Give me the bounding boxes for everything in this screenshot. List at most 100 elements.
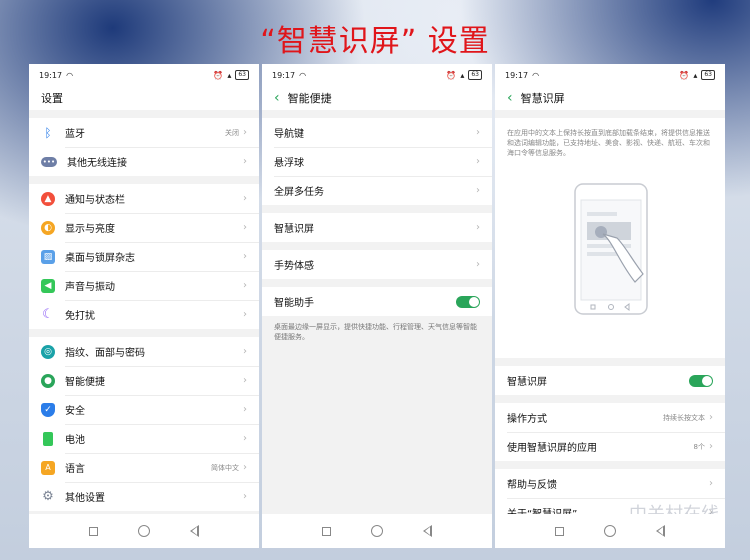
settings-item-display[interactable]: ◐ 显示与亮度 › bbox=[29, 213, 259, 242]
option-operation-mode[interactable]: 操作方式 持续长按文本 › bbox=[495, 403, 725, 432]
chevron-right-icon: › bbox=[243, 491, 247, 502]
chevron-right-icon: › bbox=[243, 156, 247, 167]
sun-icon: ◐ bbox=[41, 220, 55, 235]
android-nav-bar bbox=[29, 514, 259, 548]
recognition-settings-group: 操作方式 持续长按文本 › 使用智慧识屏的应用 8个 › bbox=[495, 403, 725, 461]
signal-icon: ▴ bbox=[227, 70, 232, 80]
chevron-right-icon: › bbox=[709, 412, 713, 423]
signal-icon: ▴ bbox=[460, 70, 465, 80]
phone-screen-settings: 19:17 ◠ ⏰ ▴ 63 设置 ᛒ 蓝牙 关闭 › ••• 其他无线连接 › ▲ … bbox=[29, 64, 259, 548]
option-smart-recognition: 智慧识屏 bbox=[495, 366, 725, 395]
option-help-feedback[interactable]: 帮助与反馈 › bbox=[495, 469, 725, 498]
assistant-toggle[interactable] bbox=[456, 295, 480, 308]
phone-screen-smart-convenience: 19:17 ◠ ⏰ ▴ 63 ‹ 智能便捷 导航键 › 悬浮球 › 全屏多任务 › 智慧识屏… bbox=[262, 64, 492, 548]
settings-item-label: 其他设置 bbox=[65, 493, 105, 504]
chevron-right-icon: › bbox=[243, 127, 247, 138]
settings-item-label: 语言 bbox=[65, 464, 85, 475]
feature-intro-panel: 在应用中的文本上保持长按直到底部加载条结束，将提供信息推送和选词编辑功能，已支持… bbox=[495, 118, 725, 358]
battery-icon bbox=[43, 431, 53, 446]
chevron-right-icon: › bbox=[243, 433, 247, 444]
settings-item-label: 蓝牙 bbox=[65, 129, 85, 140]
recents-button[interactable] bbox=[555, 526, 564, 536]
language-icon: A bbox=[41, 460, 55, 475]
home-button[interactable] bbox=[138, 525, 150, 537]
settings-item-bluetooth[interactable]: ᛒ 蓝牙 关闭 › bbox=[29, 118, 259, 147]
chevron-right-icon: › bbox=[476, 127, 480, 138]
option-apps-using-recognition[interactable]: 使用智慧识屏的应用 8个 › bbox=[495, 432, 725, 461]
settings-item-label: 桌面与锁屏杂志 bbox=[65, 253, 135, 264]
settings-item-label: 智能便捷 bbox=[65, 377, 105, 388]
gear-icon: ⚙ bbox=[42, 489, 54, 504]
chevron-right-icon: › bbox=[243, 280, 247, 291]
chevron-right-icon: › bbox=[243, 346, 247, 357]
battery-indicator: 63 bbox=[701, 70, 715, 80]
android-nav-bar bbox=[495, 514, 725, 548]
settings-item-other-wireless[interactable]: ••• 其他无线连接 › bbox=[29, 147, 259, 176]
wifi-icon: ◠ bbox=[299, 70, 307, 80]
chevron-right-icon: › bbox=[243, 462, 247, 473]
option-value: 8个 bbox=[693, 442, 705, 451]
option-label: 手势体感 bbox=[274, 261, 314, 272]
chevron-right-icon: › bbox=[476, 259, 480, 270]
recents-button[interactable] bbox=[89, 526, 98, 536]
chevron-right-icon: › bbox=[476, 156, 480, 167]
settings-item-value: 关闭 bbox=[225, 128, 239, 137]
settings-item-wallpaper[interactable]: ▨ 桌面与锁屏杂志 › bbox=[29, 242, 259, 271]
chevron-right-icon: › bbox=[243, 251, 247, 262]
option-label: 悬浮球 bbox=[274, 158, 304, 169]
option-nav-keys[interactable]: 导航键 › bbox=[262, 118, 492, 147]
page-title: 智能便捷 bbox=[287, 92, 332, 105]
page-title-bar: 设置 bbox=[29, 86, 259, 110]
alarm-icon: ⏰ bbox=[446, 70, 457, 80]
alarm-icon: ⏰ bbox=[679, 70, 690, 80]
bell-icon: ▲ bbox=[41, 191, 55, 206]
option-gestures[interactable]: 手势体感 › bbox=[262, 250, 492, 279]
option-label: 全屏多任务 bbox=[274, 187, 324, 198]
home-button[interactable] bbox=[604, 525, 616, 537]
settings-item-notifications[interactable]: ▲ 通知与状态栏 › bbox=[29, 184, 259, 213]
options-group-gestures: 手势体感 › bbox=[262, 250, 492, 279]
recognition-toggle-group: 智慧识屏 bbox=[495, 366, 725, 395]
smart-recognition-toggle[interactable] bbox=[689, 374, 713, 387]
settings-item-biometrics[interactable]: ◎ 指纹、面部与密码 › bbox=[29, 337, 259, 366]
home-button[interactable] bbox=[371, 525, 383, 537]
settings-item-security[interactable]: ✓ 安全 › bbox=[29, 395, 259, 424]
option-floating-ball[interactable]: 悬浮球 › bbox=[262, 147, 492, 176]
wifi-icon: ◠ bbox=[66, 70, 74, 80]
recents-button[interactable] bbox=[322, 526, 331, 536]
wifi-icon: ◠ bbox=[532, 70, 540, 80]
option-label: 智慧识屏 bbox=[507, 377, 547, 388]
back-nav-button[interactable] bbox=[423, 525, 432, 537]
status-time: 19:17 bbox=[39, 70, 63, 80]
settings-item-language[interactable]: A 语言 简体中文 › bbox=[29, 453, 259, 482]
chevron-right-icon: › bbox=[476, 222, 480, 233]
signal-icon: ▴ bbox=[693, 70, 698, 80]
option-label: 智慧识屏 bbox=[274, 224, 314, 235]
settings-item-battery[interactable]: 电池 › bbox=[29, 424, 259, 453]
settings-group-system: ◎ 指纹、面部与密码 › ● 智能便捷 › ✓ 安全 › 电池 › A 语言 简… bbox=[29, 337, 259, 511]
chevron-right-icon: › bbox=[243, 309, 247, 320]
settings-item-smart-convenience[interactable]: ● 智能便捷 › bbox=[29, 366, 259, 395]
status-bar: 19:17 ◠ ⏰ ▴ 63 bbox=[495, 64, 725, 86]
chevron-right-icon: › bbox=[243, 222, 247, 233]
page-title-bar: ‹ 智慧识屏 bbox=[495, 86, 725, 110]
back-arrow-icon[interactable]: ‹ bbox=[274, 91, 280, 105]
options-group-assistant: 智能助手 bbox=[262, 287, 492, 316]
back-nav-button[interactable] bbox=[656, 525, 665, 537]
option-smart-screen[interactable]: 智慧识屏 › bbox=[262, 213, 492, 242]
settings-item-label: 声音与振动 bbox=[65, 282, 115, 293]
shield-icon: ✓ bbox=[41, 402, 55, 417]
back-nav-button[interactable] bbox=[190, 525, 199, 537]
chevron-right-icon: › bbox=[243, 404, 247, 415]
settings-item-dnd[interactable]: ☾ 免打扰 › bbox=[29, 300, 259, 329]
settings-item-other[interactable]: ⚙ 其他设置 › bbox=[29, 482, 259, 511]
settings-group-display: ▲ 通知与状态栏 › ◐ 显示与亮度 › ▨ 桌面与锁屏杂志 › ◀ 声音与振动… bbox=[29, 184, 259, 329]
settings-item-sound[interactable]: ◀ 声音与振动 › bbox=[29, 271, 259, 300]
speaker-icon: ◀ bbox=[41, 278, 55, 293]
chevron-right-icon: › bbox=[709, 441, 713, 452]
settings-item-label: 显示与亮度 bbox=[65, 224, 115, 235]
options-group-navigation: 导航键 › 悬浮球 › 全屏多任务 › bbox=[262, 118, 492, 205]
option-multitask[interactable]: 全屏多任务 › bbox=[262, 176, 492, 205]
back-arrow-icon[interactable]: ‹ bbox=[507, 91, 513, 105]
settings-item-label: 安全 bbox=[65, 406, 85, 417]
